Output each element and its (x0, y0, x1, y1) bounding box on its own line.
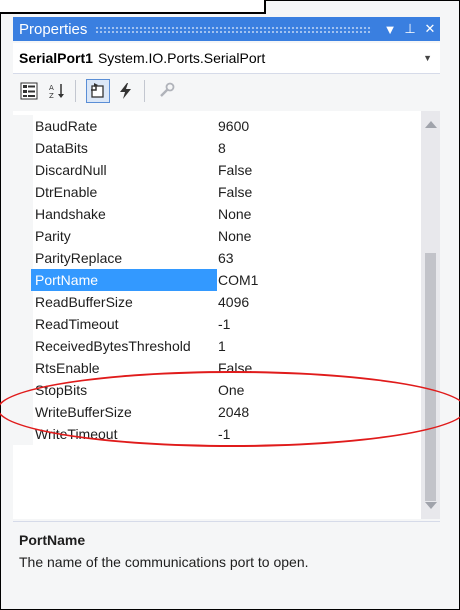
scrollbar-thumb[interactable] (425, 253, 436, 501)
property-value[interactable]: False (218, 159, 252, 181)
property-name: StopBits (35, 382, 88, 398)
row-margin (13, 203, 33, 225)
row-margin (13, 115, 33, 137)
row-margin (13, 357, 33, 379)
property-name: WriteBufferSize (35, 404, 132, 420)
property-name: RtsEnable (35, 360, 100, 376)
row-margin (13, 137, 33, 159)
alphabetical-icon[interactable]: A Z (45, 79, 69, 103)
row-margin (13, 335, 33, 357)
property-grid: BaudRate 9600 DataBits 8 DiscardNull Fal… (13, 111, 440, 519)
property-value[interactable]: -1 (218, 423, 230, 445)
property-row[interactable]: ReadTimeout -1 (13, 313, 421, 335)
close-icon[interactable]: ✕ (420, 21, 440, 37)
row-margin (13, 269, 33, 291)
property-row[interactable]: ReadBufferSize 4096 (13, 291, 421, 313)
properties-icon[interactable] (86, 79, 110, 103)
object-name: SerialPort1 (19, 50, 93, 66)
titlebar-grip[interactable] (95, 25, 372, 33)
property-row[interactable]: Parity None (13, 225, 421, 247)
property-row[interactable]: StopBits One (13, 379, 421, 401)
property-value[interactable]: None (218, 203, 251, 225)
property-pages-icon[interactable] (155, 79, 179, 103)
property-value[interactable]: 63 (218, 247, 234, 269)
scroll-up-icon[interactable] (425, 121, 437, 128)
properties-titlebar[interactable]: Properties ▼ ⊥ ✕ (13, 17, 440, 41)
object-selector[interactable]: SerialPort1 System.IO.Ports.SerialPort ▼ (13, 43, 440, 74)
row-margin (13, 423, 33, 445)
property-name: DiscardNull (35, 162, 107, 178)
property-value[interactable]: None (218, 225, 251, 247)
property-row[interactable]: DtrEnable False (13, 181, 421, 203)
property-row[interactable]: ReceivedBytesThreshold 1 (13, 335, 421, 357)
property-row[interactable]: RtsEnable False (13, 357, 421, 379)
background-tab (178, 0, 266, 14)
property-value[interactable]: 9600 (218, 115, 249, 137)
property-value[interactable]: 4096 (218, 291, 249, 313)
description-text: The name of the communications port to o… (19, 554, 309, 570)
chevron-down-icon[interactable]: ▼ (423, 53, 432, 63)
row-margin (13, 313, 33, 335)
object-type: System.IO.Ports.SerialPort (97, 50, 266, 66)
property-name: ReceivedBytesThreshold (35, 338, 191, 354)
toolbar-separator (75, 80, 76, 102)
property-name: Handshake (35, 206, 106, 222)
property-value[interactable]: 1 (218, 335, 226, 357)
row-margin (13, 159, 33, 181)
description-title: PortName (19, 532, 86, 548)
svg-text:A: A (49, 84, 54, 92)
row-margin (13, 291, 33, 313)
property-row[interactable]: WriteTimeout -1 (13, 423, 421, 445)
property-name: DataBits (35, 140, 88, 156)
categorized-icon[interactable] (17, 79, 41, 103)
property-value[interactable]: COM1 (218, 269, 258, 291)
properties-toolbar: A Z (13, 75, 440, 107)
events-icon[interactable] (114, 79, 138, 103)
property-row[interactable]: BaudRate 9600 (13, 115, 421, 137)
row-margin (13, 181, 33, 203)
background-tab (0, 0, 180, 14)
description-pane: PortName The name of the communications … (13, 521, 440, 609)
svg-text:Z: Z (49, 92, 54, 100)
property-row[interactable]: WriteBufferSize 2048 (13, 401, 421, 423)
property-name: Parity (35, 228, 71, 244)
property-row[interactable]: DataBits 8 (13, 137, 421, 159)
property-name: ReadBufferSize (35, 294, 133, 310)
property-value[interactable]: 8 (218, 137, 226, 159)
pin-icon[interactable]: ⊥ (400, 21, 420, 37)
property-value[interactable]: One (218, 379, 244, 401)
property-row-selected[interactable]: PortName COM1 (13, 269, 421, 291)
property-name: DtrEnable (35, 184, 98, 200)
property-name: PortName (31, 269, 217, 291)
property-value[interactable]: False (218, 357, 252, 379)
property-value[interactable]: False (218, 181, 252, 203)
property-value[interactable]: 2048 (218, 401, 249, 423)
panel-title: Properties (19, 20, 88, 38)
row-margin (13, 225, 33, 247)
row-margin (13, 379, 33, 401)
property-row[interactable]: Handshake None (13, 203, 421, 225)
toolbar-separator (144, 80, 145, 102)
row-margin (13, 247, 33, 269)
property-row[interactable]: DiscardNull False (13, 159, 421, 181)
property-row[interactable]: ParityReplace 63 (13, 247, 421, 269)
property-value[interactable]: -1 (218, 313, 230, 335)
row-margin (13, 401, 33, 423)
property-name: BaudRate (35, 118, 98, 134)
dropdown-icon[interactable]: ▼ (380, 22, 400, 37)
property-name: ReadTimeout (35, 316, 119, 332)
scroll-down-icon[interactable] (425, 502, 437, 509)
property-name: WriteTimeout (35, 426, 118, 442)
vertical-scrollbar[interactable] (421, 111, 440, 519)
property-name: ParityReplace (35, 250, 123, 266)
